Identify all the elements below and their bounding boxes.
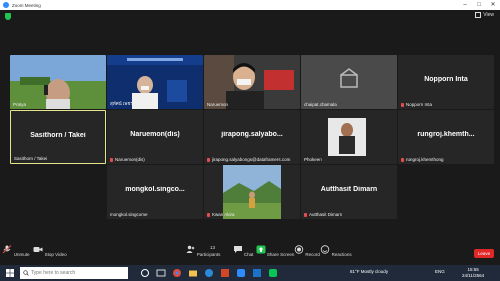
smiley-icon [321, 245, 330, 254]
participant-name: Naruemon [207, 102, 229, 107]
participant-name: Autthasit Dimarn [304, 212, 342, 217]
search-icon [23, 270, 29, 276]
meeting-toolbar: Unmute Stop Video Participants 13 Chat S… [0, 243, 500, 265]
grid-view-icon [475, 12, 482, 18]
taskbar-search[interactable] [20, 267, 128, 279]
windows-start-icon[interactable] [5, 268, 15, 278]
mic-muted-icon [401, 157, 404, 162]
participant-display-name: Nopporn Inta [424, 76, 468, 83]
participant-name: Naruemon(dis) [110, 157, 145, 162]
participants-icon [186, 245, 194, 253]
participant-display-name: rungroj.khemth... [417, 131, 475, 138]
participant-display-name: mongkol.singco... [125, 186, 185, 193]
tile-presenter[interactable]: สุทัศน์ เพชรศรี [107, 55, 203, 109]
participant-display-name: jirapong.salyabo... [221, 131, 283, 138]
microphone-muted-icon [3, 245, 12, 254]
clock-date: 24/11/2564 [462, 273, 485, 278]
tile-mongkol[interactable]: mongkol.singco... mongkol.singcome [107, 165, 203, 219]
language-indicator[interactable]: ENG [435, 269, 445, 274]
tile-naruemon-dis[interactable]: Naruemon(dis) Naruemon(dis) [107, 110, 203, 164]
chat-icon [233, 246, 242, 253]
participant-name: สุทัศน์ เพชรศรี [110, 101, 139, 106]
participants-button[interactable]: Participants 13 [183, 245, 223, 257]
chrome-icon[interactable] [172, 268, 182, 278]
line-app-icon[interactable] [268, 268, 278, 278]
tile-rungroj[interactable]: rungroj.khemth... rungroj.khemthong [398, 110, 494, 164]
view-label: View [483, 12, 494, 18]
participant-name: Nopporn Inta [401, 102, 432, 107]
participant-display-name: Autthasit Dimarn [320, 186, 378, 193]
view-button[interactable]: View [475, 12, 494, 18]
tile-naruemon-video[interactable]: Naruemon [204, 55, 300, 109]
leave-button[interactable]: Leave [474, 249, 494, 258]
zoom-meeting-window: Zoom Meeting – □ ✕ View Pratya สุทัศน์ เ… [0, 0, 500, 281]
participant-name: mongkol.singcome [110, 212, 148, 217]
tile-jirapong[interactable]: jirapong.salyabo... jirapong.salyabongs@… [204, 110, 300, 164]
security-shield-icon[interactable] [5, 13, 11, 20]
participant-name: Sasithorn / Takei [14, 156, 48, 161]
title-bar: Zoom Meeting – □ ✕ [0, 0, 500, 10]
video-feed [204, 165, 300, 219]
video-feed [10, 55, 106, 109]
participant-name: jirapong.salyabongs@dataframers.com [207, 157, 290, 162]
participant-display-name: Naruemon(dis) [130, 131, 180, 138]
share-screen-icon [256, 245, 266, 254]
tile-kwan[interactable]: Kwan Akira [204, 165, 300, 219]
cortana-icon[interactable] [140, 268, 150, 278]
tile-phokeen[interactable]: Phokeen [301, 110, 397, 164]
participant-name: Phokeen [304, 157, 322, 162]
participant-name: rungroj.khemthong [401, 157, 444, 162]
mic-muted-icon [304, 212, 307, 217]
participant-display-name: Sasithorn / Takei [30, 132, 86, 139]
powerpoint-icon[interactable] [220, 268, 230, 278]
tile-pratya[interactable]: Pratya [10, 55, 106, 109]
participant-name: Pratya [13, 102, 27, 107]
video-camera-icon [33, 247, 43, 252]
clock[interactable]: 15:55 24/11/2564 [462, 267, 484, 279]
maximize-button[interactable]: □ [472, 0, 486, 10]
weather-widget[interactable]: 81°F Mostly cloudy [350, 269, 388, 274]
video-feed [301, 55, 397, 109]
video-feed [204, 55, 300, 109]
zoom-app-icon[interactable] [236, 268, 246, 278]
zoom-logo-icon [3, 2, 9, 8]
mic-muted-icon [110, 157, 113, 162]
close-button[interactable]: ✕ [486, 0, 500, 10]
tile-sasithorn[interactable]: Sasithorn / Takei Sasithorn / Takei [10, 110, 106, 164]
edge-icon[interactable] [204, 268, 214, 278]
outlook-icon[interactable] [252, 268, 262, 278]
video-feed [301, 110, 397, 164]
reactions-button[interactable]: Reactions [316, 245, 356, 257]
window-title: Zoom Meeting [12, 2, 41, 8]
file-explorer-icon[interactable] [188, 268, 198, 278]
task-view-icon[interactable] [156, 268, 166, 278]
mic-muted-icon [207, 157, 210, 162]
search-input[interactable] [31, 270, 121, 276]
minimize-button[interactable]: – [458, 0, 472, 10]
mic-muted-icon [207, 212, 210, 217]
windows-taskbar: 81°F Mostly cloudy ENG 15:55 24/11/2564 [0, 265, 500, 281]
tile-nopporn[interactable]: Nopporn Inta Nopporn Inta [398, 55, 494, 109]
mic-muted-icon [401, 102, 404, 107]
tile-autthasit[interactable]: Autthasit Dimarn Autthasit Dimarn [301, 165, 397, 219]
tile-chaipat[interactable]: chaipat.chamala [301, 55, 397, 109]
participant-name: Kwan Akira [207, 212, 235, 217]
participant-name: chaipat.chamala [304, 102, 337, 107]
record-icon [294, 245, 304, 254]
participants-count: 13 [210, 245, 216, 250]
stop-video-button[interactable]: Stop Video [30, 245, 70, 257]
